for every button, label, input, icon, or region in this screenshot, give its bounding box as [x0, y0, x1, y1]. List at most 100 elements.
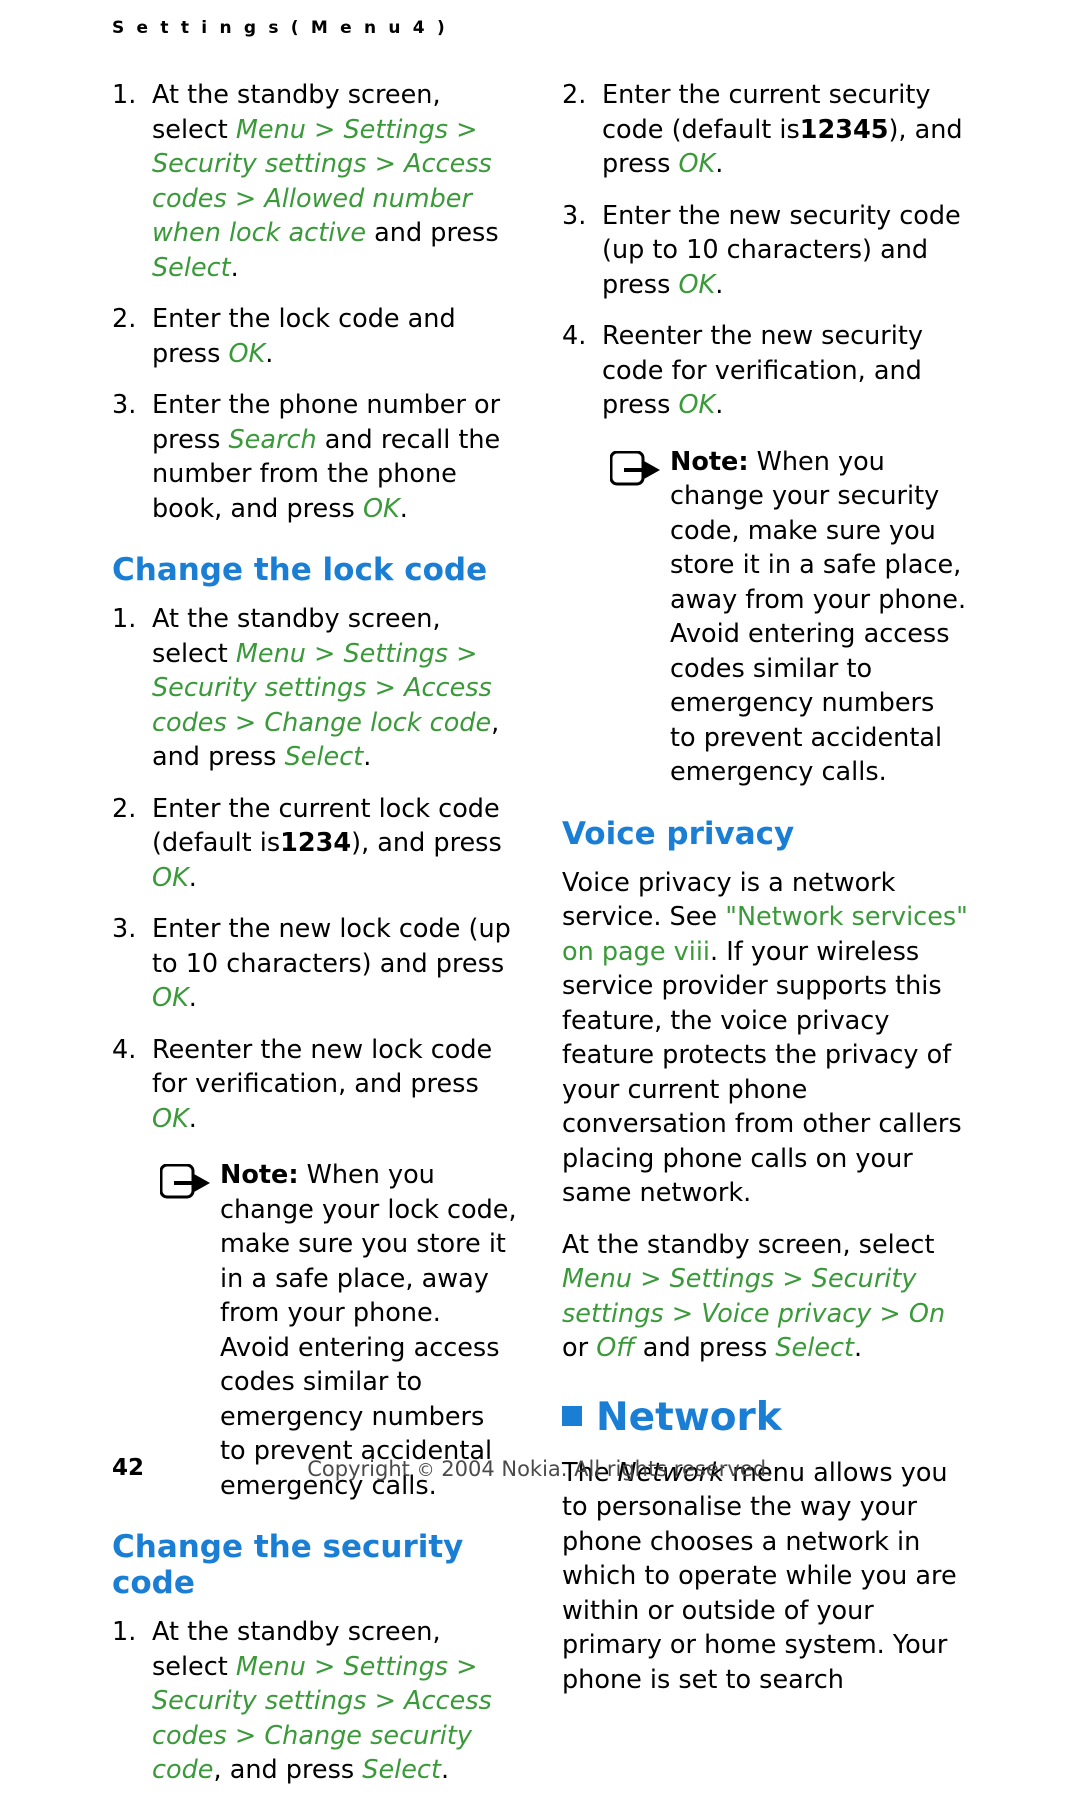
step-lead: Enter the new lock code (up to 10 charac…: [152, 914, 511, 979]
voice-privacy-paragraph-1: Voice privacy is a network service. See …: [562, 866, 968, 1211]
vp2-text-a: At the standby screen, select: [562, 1229, 935, 1260]
softkey-label: OK: [678, 390, 716, 420]
copyright-symbol: ©: [416, 1460, 435, 1481]
step-number: 2.: [112, 304, 137, 334]
step-tail-post: .: [188, 862, 197, 893]
softkey-label: OK: [362, 493, 400, 524]
voice-privacy-paragraph-2: At the standby screen, select Menu > Set…: [562, 1228, 968, 1366]
note-label: Note:: [670, 446, 749, 477]
step-text: Enter the lock code and press OK.: [152, 304, 456, 369]
list-item: 2. Enter the current security code (defa…: [562, 78, 968, 182]
two-column-body: 1. At the standby screen, select Menu > …: [112, 78, 968, 1805]
step-number: 3.: [112, 390, 137, 420]
step-number: 2.: [112, 793, 137, 824]
step-text: At the standby screen, select Menu > Set…: [152, 604, 499, 772]
softkey-label: Search: [228, 424, 317, 455]
default-code-value: 12345: [799, 114, 889, 145]
step-tail-post: .: [715, 269, 724, 300]
note-body: When you change your security code, make…: [670, 446, 967, 788]
step-number: 3.: [562, 200, 587, 231]
softkey-label: Select: [362, 1755, 441, 1785]
list-item: 3. Enter the new lock code (up to 10 cha…: [112, 912, 518, 1016]
left-column: 1. At the standby screen, select Menu > …: [112, 78, 518, 1805]
step-text: At the standby screen, select Menu > Set…: [152, 80, 499, 283]
running-head: S e t t i n g s ( M e n u 4 ): [112, 18, 448, 38]
step-lead: Enter the new security code (up to 10 ch…: [602, 200, 961, 300]
list-item: 4. Reenter the new security code for ver…: [562, 319, 968, 423]
step-text: Reenter the new security code for verifi…: [602, 321, 923, 420]
step-lead: Enter the lock code and press: [152, 304, 456, 369]
list-item: 1. At the standby screen, select Menu > …: [112, 78, 518, 285]
default-code-value: 1234: [280, 828, 352, 858]
vp2-text-c: .: [854, 1333, 863, 1363]
list-item: 3. Enter the new security code (up to 10…: [562, 199, 968, 303]
page-footer: 42 Copyright © 2004 Nokia. All rights re…: [0, 1455, 1080, 1495]
list-item: 2. Enter the current lock code (default …: [112, 792, 518, 896]
left-list-three: 1. At the standby screen, select Menu > …: [112, 1615, 518, 1788]
step-text: Enter the current lock code (default is1…: [152, 794, 502, 893]
step-tail-post: .: [188, 983, 197, 1013]
softkey-label: OK: [678, 269, 716, 300]
step-number: 4.: [562, 321, 587, 351]
list-item: 2. Enter the lock code and press OK.: [112, 302, 518, 371]
step-tail-post: .: [399, 493, 408, 524]
step-number: 3.: [112, 914, 137, 944]
note-label: Note:: [220, 1160, 299, 1190]
step-text: Reenter the new lock code for verificati…: [152, 1035, 492, 1134]
vp2-text-b: and press: [642, 1333, 768, 1363]
manual-page: S e t t i n g s ( M e n u 4 ) 1. At the …: [0, 0, 1080, 1785]
softkey-label: OK: [152, 983, 189, 1013]
left-list-two: 1. At the standby screen, select Menu > …: [112, 602, 518, 1136]
copyright-post: 2004 Nokia. All rights reserved.: [441, 1457, 773, 1481]
note-lock-code: Note: When you change your lock code, ma…: [112, 1158, 518, 1503]
right-list-one: 2. Enter the current security code (defa…: [562, 78, 968, 423]
copyright-pre: Copyright: [307, 1457, 410, 1481]
left-list-one: 1. At the standby screen, select Menu > …: [112, 78, 518, 526]
vp-text-b: . If your wireless service provider supp…: [562, 936, 962, 1209]
note-text: Note: When you change your lock code, ma…: [220, 1158, 518, 1503]
step-tail-post: .: [440, 1755, 450, 1785]
softkey-label: Select: [775, 1333, 855, 1363]
step-tail-post: .: [715, 149, 724, 179]
step-mid: ), and press: [351, 828, 502, 858]
right-column: 2. Enter the current security code (defa…: [562, 78, 968, 1805]
step-tail-post: .: [265, 338, 274, 369]
copyright-line: Copyright © 2004 Nokia. All rights reser…: [0, 1457, 1080, 1481]
chapter-title: Network: [596, 1394, 782, 1440]
note-text: Note: When you change your security code…: [670, 445, 968, 790]
softkey-label: OK: [152, 862, 189, 893]
heading-voice-privacy: Voice privacy: [562, 815, 795, 852]
chapter-bullet-icon: [562, 1405, 582, 1426]
softkey-label: Select: [152, 252, 231, 283]
list-item: 1. At the standby screen, select Menu > …: [112, 1615, 518, 1788]
step-lead: Reenter the new lock code for verificati…: [152, 1034, 493, 1100]
menu-path-text: Menu > Settings > Security settings > Vo…: [562, 1264, 946, 1329]
step-text: Enter the current security code (default…: [602, 80, 963, 179]
vp2-or: or: [562, 1333, 589, 1363]
softkey-label: OK: [152, 1103, 189, 1134]
step-tail-post: .: [188, 1103, 197, 1134]
step-number: 1.: [112, 604, 137, 634]
step-number: 4.: [112, 1034, 137, 1065]
softkey-label: Select: [284, 742, 364, 772]
step-tail-post: .: [230, 252, 239, 283]
list-item: 3. Enter the phone number or press Searc…: [112, 388, 518, 526]
step-text: Enter the new lock code (up to 10 charac…: [152, 914, 511, 1013]
list-item: 1. At the standby screen, select Menu > …: [112, 602, 518, 775]
step-number: 1.: [112, 1617, 137, 1647]
step-tail-pre: , and press: [213, 1755, 355, 1785]
note-arrow-icon: [159, 1163, 212, 1202]
heading-network: Network: [562, 1394, 968, 1440]
list-item: 4. Reenter the new lock code for verific…: [112, 1033, 518, 1137]
softkey-label: OK: [678, 149, 716, 179]
step-number: 1.: [112, 80, 137, 110]
step-number: 2.: [562, 80, 587, 110]
note-body: When you change your lock code, make sur…: [220, 1160, 517, 1501]
step-tail-post: .: [363, 742, 372, 772]
step-text: At the standby screen, select Menu > Set…: [152, 1617, 492, 1785]
softkey-label: OK: [228, 338, 266, 369]
step-lead: Reenter the new security code for verifi…: [602, 321, 923, 420]
option-off: Off: [596, 1333, 635, 1363]
heading-change-lock-code: Change the lock code: [112, 552, 488, 588]
note-security-code: Note: When you change your security code…: [562, 445, 968, 790]
